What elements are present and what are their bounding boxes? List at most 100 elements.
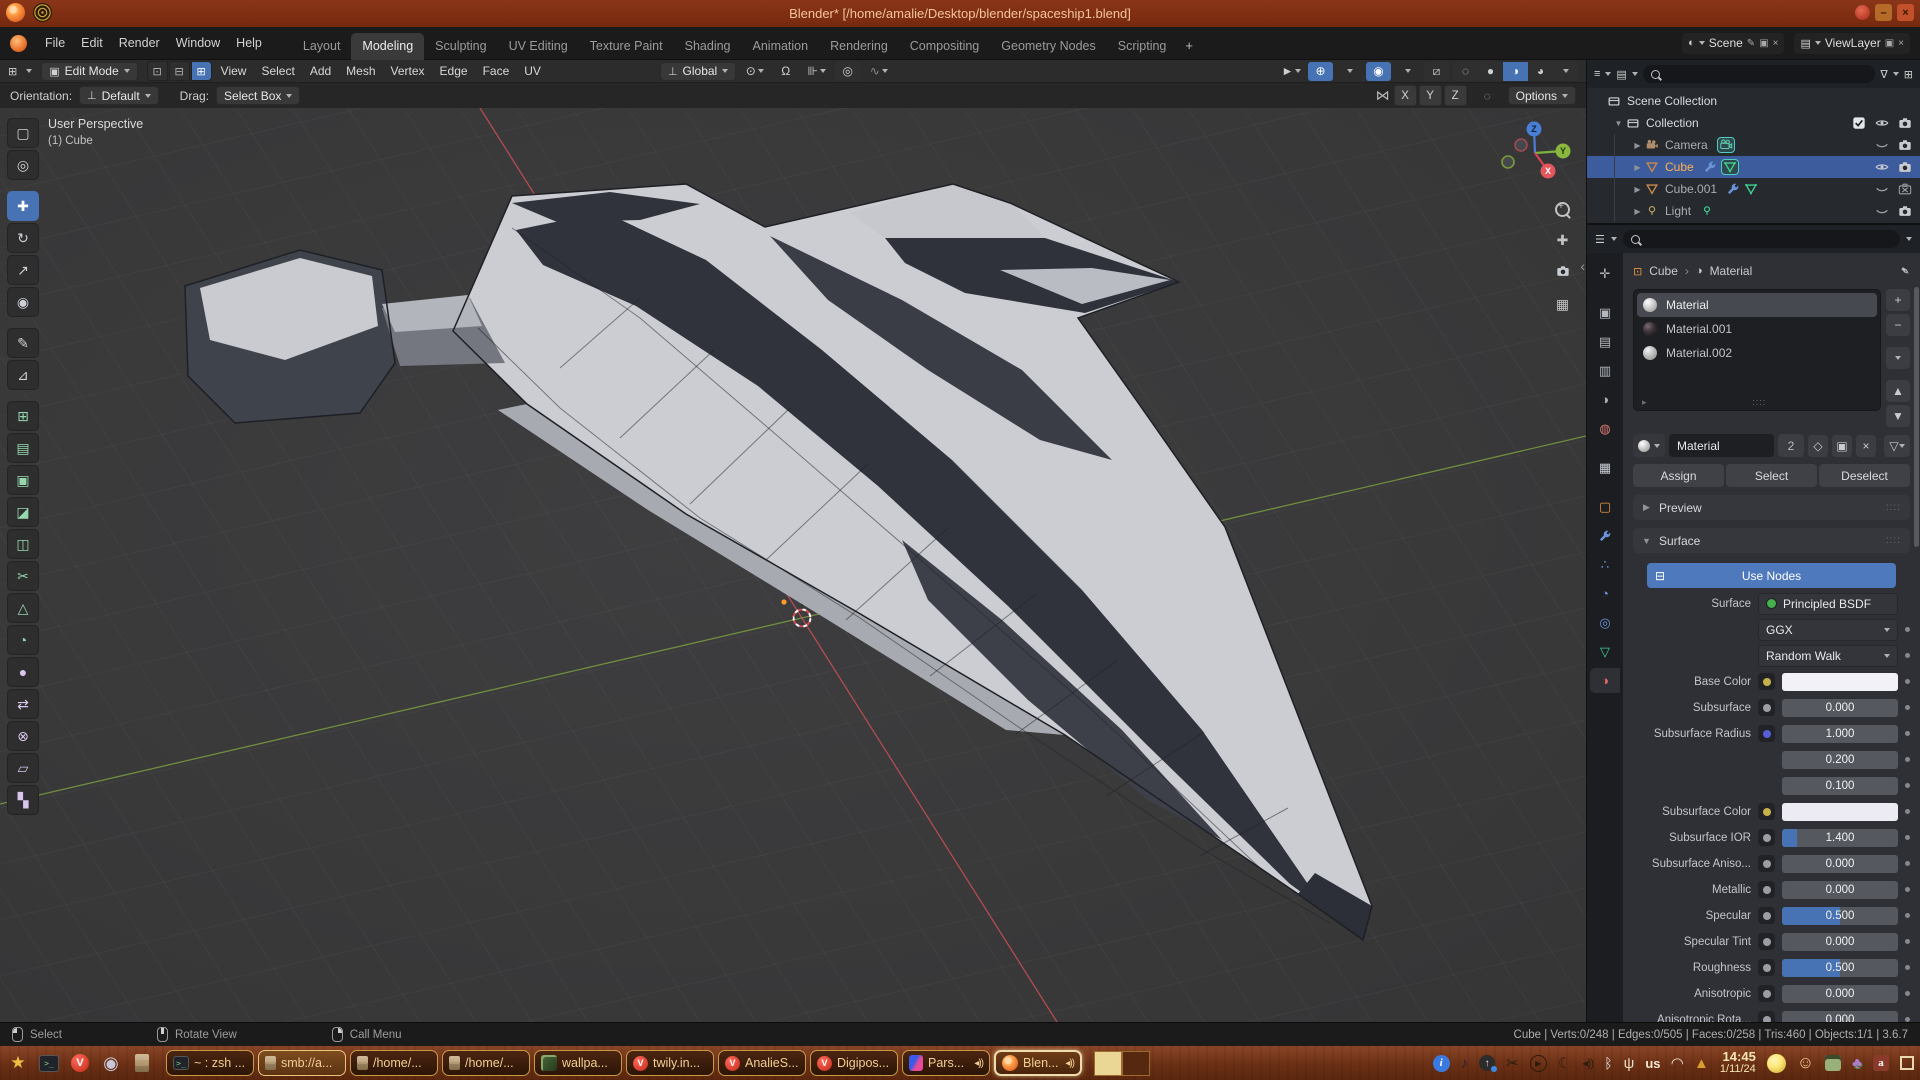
disable-render-camera-icon[interactable] xyxy=(1898,160,1912,174)
taskbar-window-1-file-cabinet[interactable]: smb://a... xyxy=(258,1050,346,1076)
properties-scrollbar[interactable] xyxy=(1914,287,1919,547)
hidden-eye-icon[interactable] xyxy=(1875,182,1889,196)
tool-add-cube[interactable]: ⊞ xyxy=(7,401,39,431)
menu-file[interactable]: File xyxy=(37,32,73,54)
pivot-point-dropdown[interactable]: ⊙ xyxy=(742,62,767,81)
properties-tab-render[interactable]: ▣ xyxy=(1590,300,1620,325)
tab-layout[interactable]: Layout xyxy=(292,33,352,60)
editor-type-icon[interactable]: ⊞ xyxy=(8,65,17,78)
properties-tab-tool[interactable]: ✛ xyxy=(1590,261,1620,286)
camera-view-icon[interactable] xyxy=(1556,264,1570,281)
mesh-data-icon[interactable] xyxy=(1721,159,1739,175)
outliner-row-camera[interactable]: ▶Camera xyxy=(1587,134,1920,156)
subsurface-aniso-slider[interactable]: 0.000 xyxy=(1782,855,1898,873)
outliner-display-mode-icon[interactable]: ≡ xyxy=(1594,68,1600,80)
subsurface-radius-value-1[interactable]: 0.200 xyxy=(1782,751,1898,769)
keyframe-dot[interactable] xyxy=(1905,731,1910,736)
add-slot-button[interactable]: + xyxy=(1886,289,1910,311)
calculator-icon[interactable] xyxy=(1825,1055,1841,1071)
keyframe-dot[interactable] xyxy=(1905,705,1910,710)
transform-orientation-dropdown[interactable]: ⊥ Global xyxy=(660,62,736,81)
properties-tab-modifiers[interactable] xyxy=(1590,523,1620,548)
tool-knife[interactable]: ✂ xyxy=(7,561,39,591)
decorator-icon[interactable] xyxy=(1758,985,1775,1002)
properties-tab-physics[interactable]: ◔ xyxy=(1590,581,1620,606)
breadcrumb-object[interactable]: Cube xyxy=(1649,264,1678,278)
view-layer-selector[interactable]: ▤ ViewLayer ▣ × xyxy=(1794,33,1910,54)
keyframe-dot[interactable] xyxy=(1905,783,1910,788)
subsurface-color-swatch[interactable] xyxy=(1782,803,1898,821)
distribution-dropdown[interactable]: GGX xyxy=(1758,619,1898,641)
keyframe-dot[interactable] xyxy=(1905,679,1910,684)
vivaldi-launcher-icon[interactable]: V xyxy=(68,1051,92,1075)
properties-tab-output[interactable]: ▤ xyxy=(1590,329,1620,354)
decorator-icon[interactable] xyxy=(1758,933,1775,950)
window-menu-icon[interactable] xyxy=(33,3,52,22)
decorator-icon[interactable] xyxy=(1758,907,1775,924)
falloff-dropdown[interactable]: ∿ xyxy=(866,62,891,81)
slot-expand-icon[interactable]: ▸ xyxy=(1642,397,1647,408)
minimize-button[interactable]: – xyxy=(1875,4,1892,21)
tool-rotate[interactable]: ↻ xyxy=(7,223,39,253)
keyframe-dot[interactable] xyxy=(1905,627,1910,632)
clipboard-scissors-icon[interactable]: ✂ xyxy=(1506,1054,1519,1072)
taskbar-window-4-wallpaper[interactable]: wallpa... xyxy=(534,1050,622,1076)
disclosure-triangle-icon[interactable]: ▶ xyxy=(1633,141,1642,150)
usb-icon[interactable]: ψ xyxy=(1624,1055,1635,1072)
new-scene-icon[interactable]: ▣ xyxy=(1759,38,1768,49)
anisotropic-slider[interactable]: 0.000 xyxy=(1782,985,1898,1003)
pan-hand-icon[interactable]: ✚ xyxy=(1557,232,1569,249)
properties-tab-collection[interactable]: ▦ xyxy=(1590,455,1620,480)
material-slot-material-002[interactable]: Material.002 xyxy=(1637,341,1877,365)
properties-tab-material[interactable]: ◑ xyxy=(1590,668,1620,693)
decorator-icon[interactable] xyxy=(1758,699,1775,716)
properties-search-input[interactable] xyxy=(1623,230,1900,248)
add-workspace-button[interactable]: + xyxy=(1177,32,1201,60)
tab-animation[interactable]: Animation xyxy=(742,33,820,60)
disclosure-triangle-icon[interactable]: ▼ xyxy=(1614,119,1623,128)
tool-loop-cut[interactable]: ◫ xyxy=(7,529,39,559)
tool-annotate[interactable]: ✎ xyxy=(7,328,39,358)
properties-tab-scene[interactable]: ◑ xyxy=(1590,387,1620,412)
keyframe-dot[interactable] xyxy=(1905,757,1910,762)
face-select-toggle[interactable]: ⊞ xyxy=(191,61,212,81)
hidden-eye-icon[interactable] xyxy=(1875,204,1889,218)
tool-shear[interactable]: ▱ xyxy=(7,753,39,783)
tool-poly-build[interactable]: △ xyxy=(7,593,39,623)
tool-extrude-region[interactable]: ▤ xyxy=(7,433,39,463)
tab-shading[interactable]: Shading xyxy=(674,33,742,60)
viewport-menu-vertex[interactable]: Vertex xyxy=(391,64,425,78)
proportional-editing-toggle[interactable]: ◎ xyxy=(835,62,860,81)
tab-scripting[interactable]: Scripting xyxy=(1107,33,1178,60)
specular-tint-slider[interactable]: 0.000 xyxy=(1782,933,1898,951)
keyboard-layout-indicator[interactable]: us xyxy=(1645,1056,1660,1071)
viewport-menu-mesh[interactable]: Mesh xyxy=(346,64,375,78)
wrench-modifier-icon[interactable] xyxy=(1703,160,1717,174)
new-collection-icon[interactable]: ⊞ xyxy=(1904,68,1913,81)
remove-slot-button[interactable]: − xyxy=(1886,314,1910,336)
tab-geometry-nodes[interactable]: Geometry Nodes xyxy=(990,33,1106,60)
tool-bevel[interactable]: ◪ xyxy=(7,497,39,527)
copy-material-icon[interactable]: ▣ xyxy=(1832,435,1852,457)
viewport-canvas[interactable]: User Perspective (1) Cube ZYX ✚ ▦ ‹ xyxy=(0,108,1586,1022)
tool-inset-faces[interactable]: ▣ xyxy=(7,465,39,495)
blender-menu-logo-icon[interactable] xyxy=(10,35,27,52)
decorator-icon[interactable] xyxy=(1758,829,1775,846)
navigation-gizmo[interactable]: ZYX xyxy=(1500,118,1572,193)
move-slot-down-button[interactable]: ▼ xyxy=(1886,405,1910,427)
bluetooth-icon[interactable]: ᛒ xyxy=(1604,1055,1612,1071)
subsurface-ior-slider[interactable]: 1.400 xyxy=(1782,829,1898,847)
subsurface-radius-value-0[interactable]: 1.000 xyxy=(1782,725,1898,743)
keyframe-dot[interactable] xyxy=(1905,991,1910,996)
keyframe-dot[interactable] xyxy=(1905,835,1910,840)
wrench-modifier-icon[interactable] xyxy=(1726,182,1740,196)
edge-select-toggle[interactable]: ⊟ xyxy=(169,61,190,81)
fake-user-shield-icon[interactable]: ◇ xyxy=(1808,435,1828,457)
taskbar-window-7-vivaldi[interactable]: VDigipos... xyxy=(810,1050,898,1076)
tab-uv-editing[interactable]: UV Editing xyxy=(498,33,579,60)
xray-toggle[interactable]: ⧄ xyxy=(1424,62,1449,81)
tool-measure[interactable]: ⊿ xyxy=(7,360,39,390)
sidebar-collapse-arrow[interactable]: ‹ xyxy=(1580,258,1585,274)
tab-compositing[interactable]: Compositing xyxy=(899,33,990,60)
mesh-data-icon[interactable] xyxy=(1744,182,1758,196)
